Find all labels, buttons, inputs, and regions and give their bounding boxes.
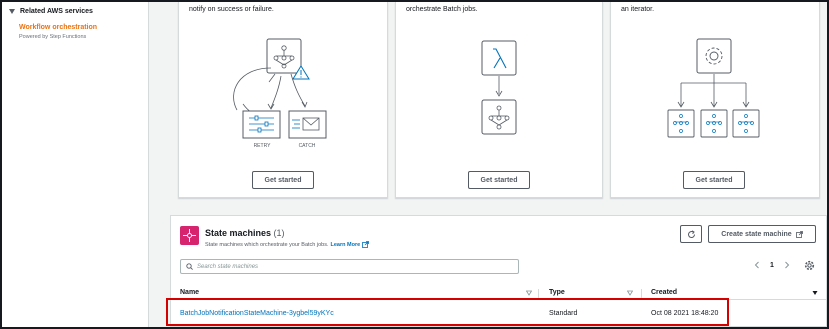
caret-down-icon [9,9,15,14]
card-iterator: an iterator. Get started [610,2,820,198]
search-placeholder: Search state machines [197,263,259,270]
page-number[interactable]: 1 [770,262,774,269]
state-machine-icon-2 [700,109,728,138]
state-machines-description: State machines which orchestrate your Ba… [205,241,370,248]
sort-descending-icon[interactable] [812,290,818,296]
get-started-button-2[interactable]: Get started [468,171,530,189]
create-button-label: Create state machine [721,230,792,238]
lambda-diagram [481,40,517,135]
catch-icon [288,110,327,139]
powered-by-text: Powered by Step Functions [19,34,87,40]
iterator-diagram [667,38,760,138]
state-machine-icon-1 [667,109,695,138]
sidebar: Related AWS services Workflow orchestrat… [2,2,149,327]
external-link-icon [795,230,803,238]
search-input[interactable]: Search state machines [180,259,519,274]
refresh-icon [687,229,695,238]
row-highlight-box [166,298,729,326]
retry-catch-diagram: RETRY CATCH [233,38,327,149]
gear-icon [696,38,732,74]
step-functions-icon [180,226,199,245]
card-orchestrate: orchestrate Batch jobs. Get started [395,2,603,198]
state-machine-icon [266,38,302,74]
chevron-right-icon[interactable] [784,261,790,269]
create-state-machine-button[interactable]: Create state machine [708,225,816,243]
search-icon [186,263,193,270]
state-machines-title: State machines (1) [205,228,285,238]
sort-icon[interactable] [526,290,532,296]
chevron-left-icon[interactable] [754,261,760,269]
column-header-type[interactable]: Type [549,289,565,296]
state-machine-icon-3 [732,109,760,138]
external-link-icon [362,241,370,248]
title-text: State machines [205,228,272,238]
lambda-icon [481,40,517,76]
description-text: State machines which orchestrate your Ba… [205,241,329,248]
related-services-title: Related AWS services [20,8,93,15]
column-separator [538,289,539,298]
column-header-created[interactable]: Created [651,289,677,296]
screen: Related AWS services Workflow orchestrat… [0,0,829,329]
refresh-button[interactable] [680,225,702,243]
card-notify: notify on success or failure. RETRY CATC… [178,2,388,198]
related-services-toggle[interactable]: Related AWS services [9,8,93,15]
sort-icon[interactable] [627,290,633,296]
title-count: (1) [273,228,285,238]
pagination: 1 [754,261,790,269]
get-started-button-1[interactable]: Get started [252,171,314,189]
workflow-orchestration-link[interactable]: Workflow orchestration [19,24,97,31]
catch-label: CATCH [299,143,316,149]
column-header-name[interactable]: Name [180,289,199,296]
gear-icon[interactable] [804,260,815,271]
column-separator [641,289,642,298]
learn-more-link[interactable]: Learn More [331,242,361,248]
retry-icon [242,110,281,139]
get-started-button-3[interactable]: Get started [683,171,745,189]
state-machine-icon [481,99,517,135]
retry-label: RETRY [254,143,272,149]
